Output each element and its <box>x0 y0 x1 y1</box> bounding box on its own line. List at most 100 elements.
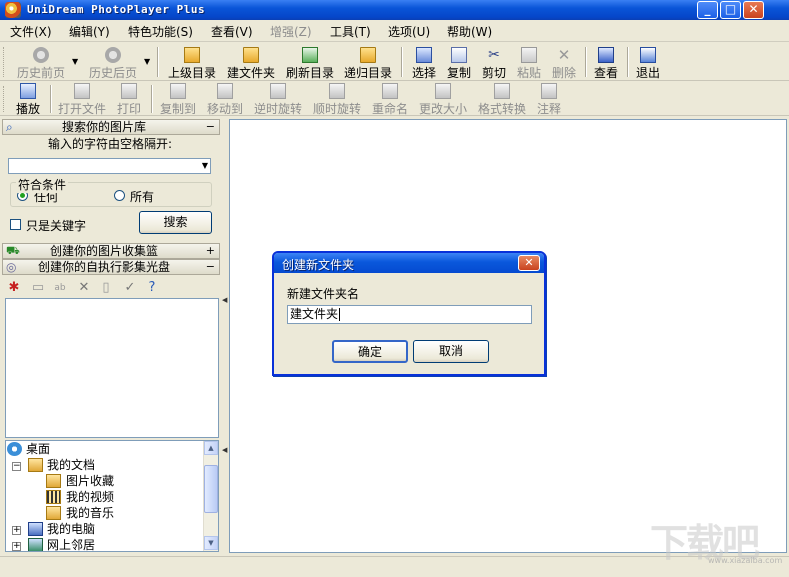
match-all-radio[interactable] <box>114 190 125 201</box>
dialog-title-bar[interactable]: 创建新文件夹 ✕ <box>274 253 544 273</box>
menu-tools[interactable]: 工具(T) <box>330 23 371 40</box>
menu-enhance[interactable]: 增强(Z) <box>270 23 312 40</box>
basket-panel-expand[interactable]: + <box>206 244 215 258</box>
rename-ab-icon[interactable]: ab <box>52 280 68 296</box>
menu-view[interactable]: 查看(V) <box>211 23 253 40</box>
tree-item-desktop[interactable]: 桌面 <box>26 441 50 457</box>
copy-to-label: 复制到 <box>159 102 196 116</box>
toolbar-grip[interactable] <box>3 86 6 112</box>
minimize-button[interactable]: _ <box>697 1 718 19</box>
tree-item-pictures[interactable]: 图片收藏 <box>66 473 114 489</box>
rotate-ccw-label: 逆时旋转 <box>253 102 302 116</box>
annotate-button[interactable]: 注释 <box>534 83 564 117</box>
move-to-icon <box>217 83 233 99</box>
basket-panel-header[interactable]: ⛟ 创建你的图片收集篮 + <box>2 243 220 259</box>
document-icon[interactable]: ▯ <box>98 280 114 296</box>
chevron-down-icon[interactable]: ▼ <box>202 161 208 170</box>
tree-item-network[interactable]: 网上邻居 <box>47 537 95 551</box>
tree-expander[interactable]: − <box>12 462 21 471</box>
delete-label: 删除 <box>551 66 576 80</box>
toolbar-separator <box>585 47 587 77</box>
menu-features[interactable]: 特色功能(S) <box>128 23 193 40</box>
view-button[interactable]: 查看 <box>591 47 621 81</box>
history-back-button[interactable]: 历史前页 <box>16 47 66 81</box>
convert-format-button[interactable]: 格式转换 <box>476 83 528 117</box>
forward-arrow-icon <box>105 47 121 63</box>
pictures-folder-icon <box>46 474 61 488</box>
annotate-label: 注释 <box>536 102 561 116</box>
dialog-close-button[interactable]: ✕ <box>518 255 540 271</box>
menu-help[interactable]: 帮助(W) <box>447 23 492 40</box>
rotate-cw-button[interactable]: 顺时旋转 <box>311 83 363 117</box>
ok-button[interactable]: 确定 <box>332 340 408 363</box>
panel-splitter[interactable]: ◀ ◀ <box>221 118 228 554</box>
recursive-folder-button[interactable]: 递归目录 <box>342 47 394 81</box>
tree-scrollbar[interactable]: ▲ ▼ <box>203 441 218 551</box>
printer-icon <box>121 83 137 99</box>
tree-item-music[interactable]: 我的音乐 <box>66 505 114 521</box>
search-panel-collapse[interactable]: − <box>206 120 215 134</box>
view-grid-icon <box>598 47 614 63</box>
convert-icon <box>494 83 510 99</box>
watermark: 下载吧 www.xiazaiba.com <box>650 512 786 565</box>
copy-to-button[interactable]: 复制到 <box>157 83 199 117</box>
disc-panel-header[interactable]: ◎ 创建你的自执行影集光盘 − <box>2 259 220 275</box>
menu-edit[interactable]: 编辑(Y) <box>69 23 110 40</box>
app-icon <box>5 2 21 18</box>
select-button[interactable]: 选择 <box>409 47 439 81</box>
dialog-title: 创建新文件夹 <box>282 258 355 272</box>
disc-panel-collapse[interactable]: − <box>206 260 215 274</box>
rotate-left-icon <box>270 83 286 99</box>
toolbar-separator <box>401 47 403 77</box>
parent-folder-button[interactable]: 上级目录 <box>166 47 218 81</box>
menu-file[interactable]: 文件(X) <box>10 23 52 40</box>
keywords-only-checkbox[interactable] <box>10 219 21 230</box>
collapse-left-icon[interactable]: ◀ <box>222 446 227 454</box>
history-forward-button[interactable]: 历史后页 <box>88 47 138 81</box>
print-button[interactable]: 打印 <box>114 83 144 117</box>
collapse-left-icon[interactable]: ◀ <box>222 296 227 304</box>
star-burst-icon[interactable]: ✱ <box>6 280 22 296</box>
rotate-ccw-button[interactable]: 逆时旋转 <box>252 83 304 117</box>
open-folder-icon[interactable]: ▭ <box>30 280 46 296</box>
recursive-folder-label: 递归目录 <box>343 66 392 80</box>
cut-button[interactable]: ✂ 剪切 <box>479 47 509 81</box>
tree-item-my-documents[interactable]: 我的文档 <box>47 457 95 473</box>
move-to-button[interactable]: 移动到 <box>204 83 246 117</box>
new-folder-button[interactable]: 建文件夹 <box>225 47 277 81</box>
paste-button[interactable]: 粘贴 <box>514 47 544 81</box>
scroll-down-icon[interactable]: ▼ <box>204 536 218 550</box>
resize-button[interactable]: 更改大小 <box>417 83 469 117</box>
folder-tree[interactable]: 桌面 − 我的文档 图片收藏 我的视频 我的音乐 + 我的电脑 + 网上邻居 ▲… <box>5 440 219 552</box>
folder-name-input[interactable]: 建文件夹 <box>287 305 532 324</box>
help-icon[interactable]: ? <box>144 280 160 296</box>
disc-items-list[interactable] <box>5 298 219 438</box>
toolbar-separator <box>627 47 629 77</box>
delete-button[interactable]: ✕ 删除 <box>549 47 579 81</box>
rename-button[interactable]: 重命名 <box>369 83 411 117</box>
history-back-dropdown-icon[interactable]: ▼ <box>72 57 78 66</box>
search-panel-header[interactable]: ⌕ 搜索你的图片库 − <box>2 119 220 135</box>
rename-label: 重命名 <box>371 102 408 116</box>
tree-item-my-computer[interactable]: 我的电脑 <box>47 521 95 537</box>
cancel-button[interactable]: 取消 <box>413 340 489 363</box>
tree-expander[interactable]: + <box>12 542 21 551</box>
scroll-up-icon[interactable]: ▲ <box>204 441 218 455</box>
exit-button[interactable]: 退出 <box>633 47 663 81</box>
tree-expander[interactable]: + <box>12 526 21 535</box>
refresh-folder-button[interactable]: 刷新目录 <box>284 47 336 81</box>
tree-item-videos[interactable]: 我的视频 <box>66 489 114 505</box>
check-icon[interactable]: ✓ <box>122 280 138 296</box>
open-file-button[interactable]: 打开文件 <box>56 83 108 117</box>
menu-options[interactable]: 选项(U) <box>388 23 430 40</box>
copy-button[interactable]: 复制 <box>444 47 474 81</box>
delete-x-icon[interactable]: ✕ <box>76 280 92 296</box>
maximize-button[interactable]: □ <box>720 1 741 19</box>
search-button[interactable]: 搜索 <box>139 211 212 234</box>
close-button[interactable]: ✕ <box>743 1 764 19</box>
scroll-thumb[interactable] <box>204 465 218 513</box>
history-forward-dropdown-icon[interactable]: ▼ <box>144 57 150 66</box>
search-query-combo[interactable]: ▼ <box>8 158 211 174</box>
toolbar-grip[interactable] <box>3 47 6 77</box>
play-button[interactable]: 播放 <box>12 83 44 117</box>
